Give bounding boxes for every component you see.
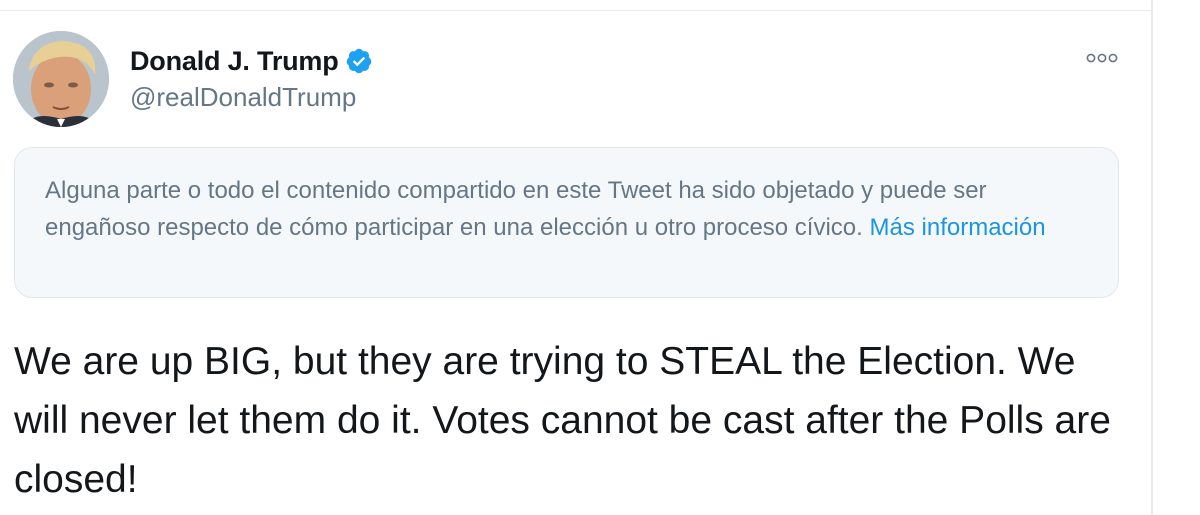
- more-info-link[interactable]: Más información: [870, 214, 1046, 241]
- notice-text: Alguna parte o todo el contenido compart…: [45, 177, 987, 241]
- notice-text-block: Alguna parte o todo el contenido compart…: [45, 172, 1088, 246]
- author-handle[interactable]: @realDonaldTrump: [130, 82, 356, 113]
- display-name[interactable]: Donald J. Trump: [130, 46, 339, 77]
- avatar[interactable]: [13, 31, 109, 127]
- tweet-text: We are up BIG, but they are trying to ST…: [14, 340, 1111, 501]
- tweet-card: Donald J. Trump @realDonaldTrump Alguna …: [0, 0, 1151, 515]
- more-options-icon[interactable]: [1084, 47, 1120, 69]
- verified-badge-icon: [345, 47, 373, 75]
- column-border: [1151, 0, 1153, 515]
- page: Donald J. Trump @realDonaldTrump Alguna …: [0, 0, 1200, 515]
- disputed-content-notice: Alguna parte o todo el contenido compart…: [14, 147, 1119, 298]
- profile-photo-avatar: [13, 31, 109, 127]
- author-name-row: Donald J. Trump: [130, 43, 373, 79]
